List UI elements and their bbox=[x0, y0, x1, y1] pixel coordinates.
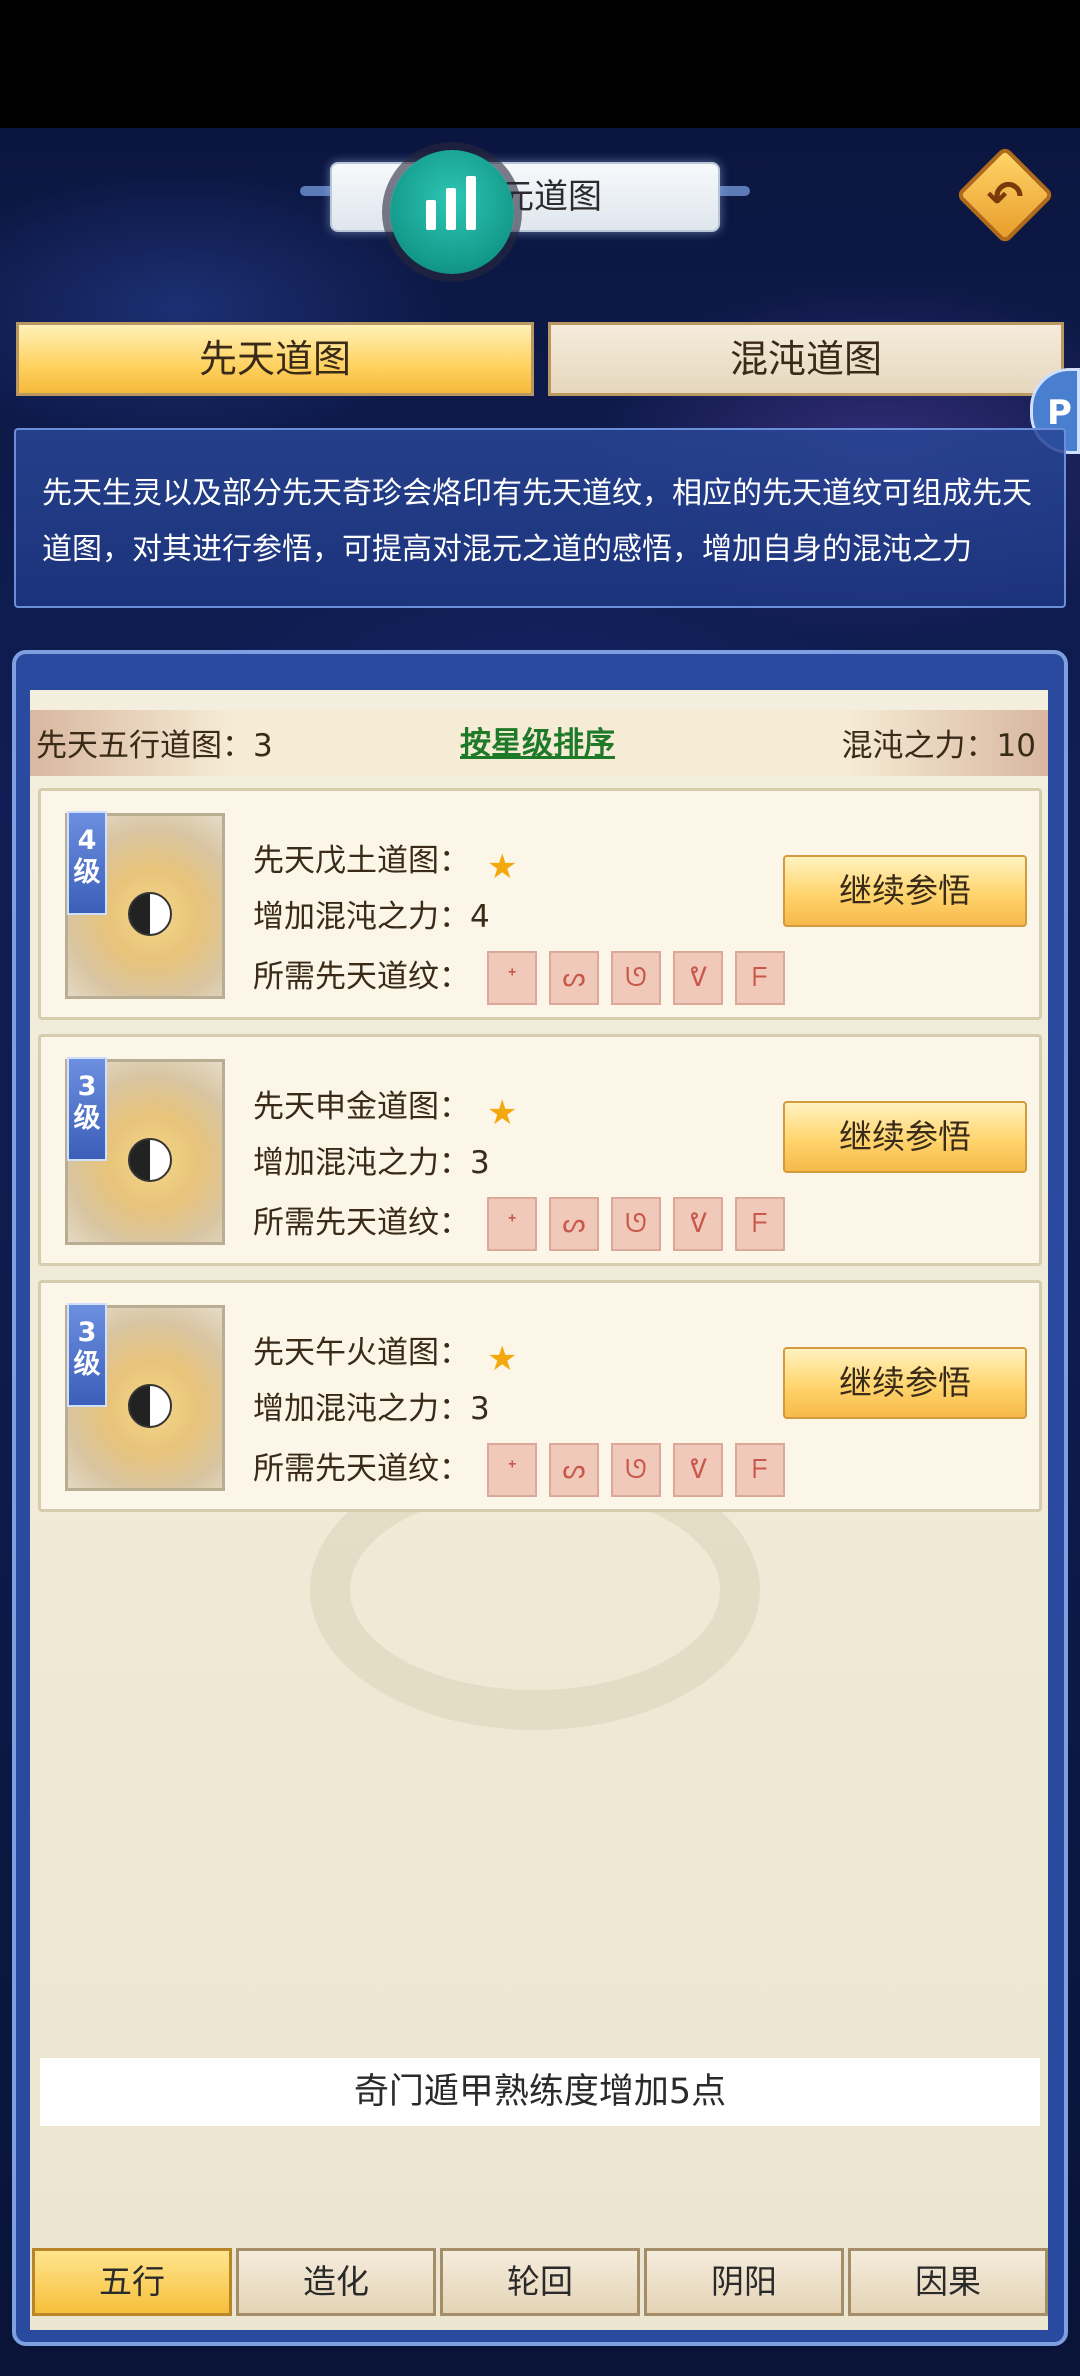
rune-icon[interactable]: ᐩ bbox=[487, 951, 537, 1005]
continue-comprehend-button[interactable]: 继续参悟 bbox=[783, 1347, 1027, 1419]
required-glyphs-label: 所需先天道纹： bbox=[253, 959, 470, 995]
required-glyphs-label: 所需先天道纹： bbox=[253, 1451, 470, 1487]
level-badge: 3级 bbox=[67, 1303, 107, 1407]
tab-hundun-daotu[interactable]: 混沌道图 bbox=[548, 322, 1064, 396]
star-icon: ★ bbox=[487, 1339, 518, 1379]
toast-notice: 奇门遁甲熟练度增加5点 bbox=[40, 2058, 1040, 2126]
tab-xiantian-daotu[interactable]: 先天道图 bbox=[16, 322, 534, 396]
daotu-power: 增加混沌之力：3 bbox=[253, 1145, 490, 1181]
star-icon: ★ bbox=[487, 847, 518, 887]
yin-yang-icon bbox=[128, 1138, 172, 1182]
rune-icon[interactable]: ᘎ bbox=[611, 1197, 661, 1251]
yin-yang-icon bbox=[128, 892, 172, 936]
bar-chart-icon[interactable] bbox=[390, 150, 514, 274]
tab-wuxing[interactable]: 五行 bbox=[32, 2248, 232, 2316]
tab-yinyang[interactable]: 阴阳 bbox=[644, 2248, 844, 2316]
page-title: 元道图 bbox=[500, 177, 602, 217]
rune-icon[interactable]: ᐩ bbox=[487, 1443, 537, 1497]
rune-icon[interactable]: ᐩ bbox=[487, 1197, 537, 1251]
rune-icon[interactable]: ᖴ bbox=[735, 951, 785, 1005]
tab-zaohua[interactable]: 造化 bbox=[236, 2248, 436, 2316]
daotu-power: 增加混沌之力：3 bbox=[253, 1391, 490, 1427]
description-text: 先天生灵以及部分先天奇珍会烙印有先天道纹，相应的先天道纹可组成先天道图，对其进行… bbox=[42, 476, 1032, 567]
tab-yinguo[interactable]: 因果 bbox=[848, 2248, 1048, 2316]
daotu-card: 3级 先天申金道图： ★ 增加混沌之力：3 所需先天道纹： ᐩ ᔕ ᘎ ᕓ ᖴ … bbox=[38, 1034, 1042, 1266]
rune-icon[interactable]: ᖴ bbox=[735, 1443, 785, 1497]
daotu-name: 先天午火道图： bbox=[253, 1335, 470, 1371]
tab-lunhui[interactable]: 轮回 bbox=[440, 2248, 640, 2316]
rune-icon[interactable]: ᕓ bbox=[673, 1197, 723, 1251]
daotu-power: 增加混沌之力：4 bbox=[253, 899, 490, 935]
status-bar-area bbox=[0, 0, 1080, 128]
chaos-power-total: 混沌之力：10 bbox=[841, 728, 1036, 764]
level-badge: 4级 bbox=[67, 811, 107, 915]
yin-yang-icon bbox=[128, 1384, 172, 1428]
undo-arrow-icon: ↶ bbox=[986, 172, 1024, 223]
star-icon: ★ bbox=[487, 1093, 518, 1133]
daotu-name: 先天申金道图： bbox=[253, 1089, 470, 1125]
level-badge: 3级 bbox=[67, 1057, 107, 1161]
rune-icon[interactable]: ᕓ bbox=[673, 1443, 723, 1497]
sort-by-star-link[interactable]: 按星级排序 bbox=[460, 718, 615, 763]
rune-icon[interactable]: ᔕ bbox=[549, 951, 599, 1005]
rune-icon[interactable]: ᔕ bbox=[549, 1197, 599, 1251]
rune-icon[interactable]: ᕓ bbox=[673, 951, 723, 1005]
daotu-card: 4级 先天戊土道图： ★ 增加混沌之力：4 所需先天道纹： ᐩ ᔕ ᘎ ᕓ ᖴ … bbox=[38, 788, 1042, 1020]
rune-icon[interactable]: ᘎ bbox=[611, 951, 661, 1005]
daotu-name: 先天戊土道图： bbox=[253, 843, 470, 879]
required-glyphs-label: 所需先天道纹： bbox=[253, 1205, 470, 1241]
description-box: 先天生灵以及部分先天奇珍会烙印有先天道纹，相应的先天道纹可组成先天道图，对其进行… bbox=[14, 428, 1066, 608]
continue-comprehend-button[interactable]: 继续参悟 bbox=[783, 855, 1027, 927]
rune-icon[interactable]: ᖴ bbox=[735, 1197, 785, 1251]
rune-icon[interactable]: ᘎ bbox=[611, 1443, 661, 1497]
daotu-count: 先天五行道图：3 bbox=[36, 728, 273, 764]
side-float-glyph: P bbox=[1047, 393, 1072, 433]
rune-icon[interactable]: ᔕ bbox=[549, 1443, 599, 1497]
daotu-card: 3级 先天午火道图： ★ 增加混沌之力：3 所需先天道纹： ᐩ ᔕ ᘎ ᕓ ᖴ … bbox=[38, 1280, 1042, 1512]
continue-comprehend-button[interactable]: 继续参悟 bbox=[783, 1101, 1027, 1173]
